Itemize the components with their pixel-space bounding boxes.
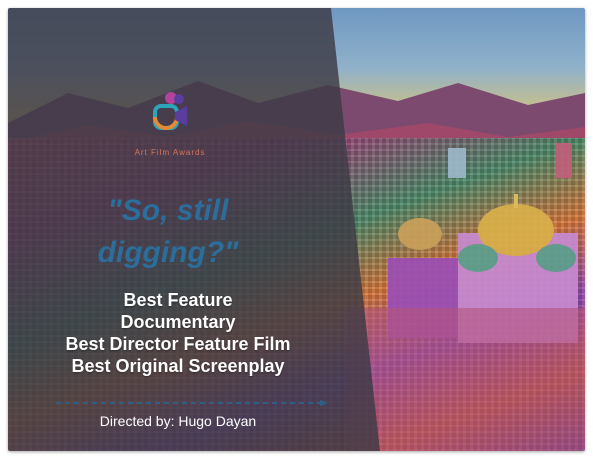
award-poster: Art Film Awards "So, still digging?" Bes… xyxy=(8,8,585,451)
film-quote: "So, still digging?" xyxy=(48,190,288,274)
dashed-divider-arrow xyxy=(56,400,328,406)
poster-text-panel: Art Film Awards "So, still digging?" Bes… xyxy=(8,8,348,451)
award-line: Best Original Screenplay xyxy=(71,356,285,376)
logo-label: Art Film Awards xyxy=(134,148,206,157)
awards-list: Best Feature Documentary Best Director F… xyxy=(28,289,328,377)
director-credit: Directed by: Hugo Dayan xyxy=(99,413,257,429)
award-line: Best Director Feature Film xyxy=(65,334,291,354)
award-line: Best Feature xyxy=(123,290,233,310)
quote-line-2: digging?" xyxy=(97,236,239,269)
quote-line-1: "So, still xyxy=(107,194,229,227)
film-camera-icon xyxy=(153,92,187,130)
award-line: Documentary xyxy=(120,312,236,332)
